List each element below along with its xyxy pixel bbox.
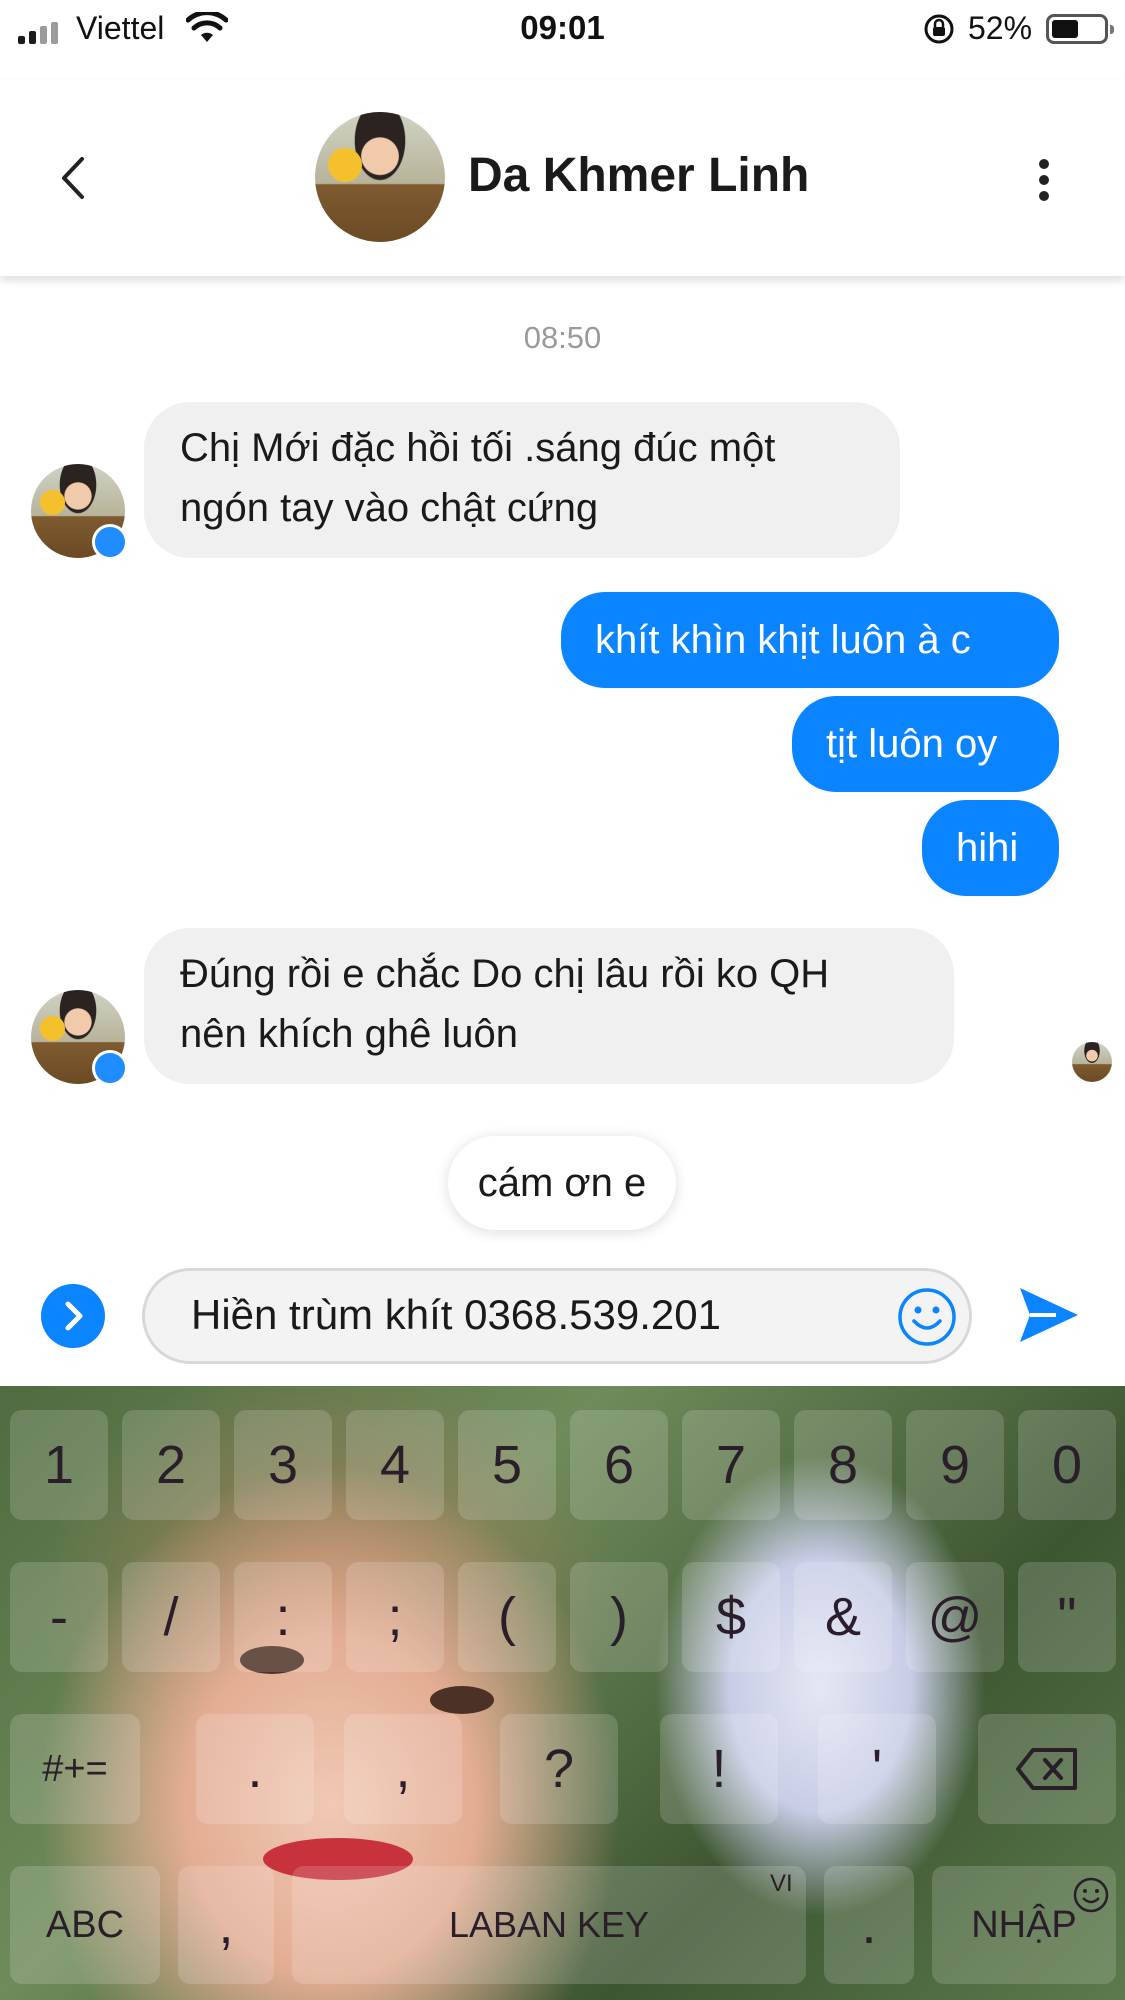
- language-hint: VI: [770, 1870, 793, 1897]
- expand-icon: [65, 1301, 83, 1331]
- quick-reply-button[interactable]: cám ơn e: [448, 1136, 676, 1230]
- message-line: Đúng rồi e chắc Do chị lâu rồi ko QH: [180, 952, 830, 996]
- status-bar: Viettel 09:01 52%: [0, 0, 1125, 60]
- key-3[interactable]: 3: [234, 1410, 332, 1520]
- key-exclamation[interactable]: !: [660, 1714, 778, 1824]
- key-open-paren[interactable]: (: [458, 1562, 556, 1672]
- key-colon[interactable]: :: [234, 1562, 332, 1672]
- outgoing-message[interactable]: hihi: [922, 800, 1059, 896]
- chat-header: Da Khmer Linh: [0, 80, 1125, 276]
- message-text: khít khìn khịt luôn à c: [595, 618, 971, 662]
- key-9[interactable]: 9: [906, 1410, 1004, 1520]
- key-hyphen[interactable]: -: [10, 1562, 108, 1672]
- more-vertical-icon[interactable]: [1034, 158, 1054, 202]
- key-1[interactable]: 1: [10, 1410, 108, 1520]
- smiley-icon[interactable]: [1072, 1876, 1110, 1914]
- send-icon[interactable]: [1016, 1284, 1080, 1346]
- orientation-lock-icon: [924, 14, 954, 44]
- key-2[interactable]: 2: [122, 1410, 220, 1520]
- key-7[interactable]: 7: [682, 1410, 780, 1520]
- key-0[interactable]: 0: [1018, 1410, 1116, 1520]
- backspace-icon: [1016, 1748, 1077, 1790]
- key-period[interactable]: .: [196, 1714, 314, 1824]
- status-time: 09:01: [520, 9, 605, 46]
- key-bottom-period[interactable]: .: [824, 1866, 914, 1984]
- message-input[interactable]: Hiền trùm khít 0368.539.201: [142, 1268, 972, 1364]
- incoming-message[interactable]: Đúng rồi e chắc Do chị lâu rồi ko QH nên…: [144, 928, 954, 1084]
- key-abc[interactable]: ABC: [10, 1866, 160, 1984]
- messenger-badge-icon: [92, 1050, 128, 1086]
- message-line: ngón tay vào chật cứng: [180, 486, 599, 530]
- space-bar[interactable]: LABAN KEY: [292, 1866, 806, 1984]
- key-bottom-comma[interactable]: ,: [178, 1866, 274, 1984]
- key-quote[interactable]: ": [1018, 1562, 1116, 1672]
- key-at[interactable]: @: [906, 1562, 1004, 1672]
- key-5[interactable]: 5: [458, 1410, 556, 1520]
- emoji-icon[interactable]: [897, 1287, 957, 1347]
- message-text: hihi: [956, 826, 1019, 870]
- keyboard: 1 2 3 4 5 6 7 8 9 0 - / : ; ( ) $ & @ " …: [0, 1386, 1125, 2000]
- key-slash[interactable]: /: [122, 1562, 220, 1672]
- contact-avatar[interactable]: [315, 112, 445, 242]
- key-6[interactable]: 6: [570, 1410, 668, 1520]
- message-input-text: Hiền trùm khít 0368.539.201: [191, 1291, 722, 1338]
- key-4[interactable]: 4: [346, 1410, 444, 1520]
- message-line: nên khích ghê luôn: [180, 1012, 519, 1056]
- outgoing-message[interactable]: khít khìn khịt luôn à c: [561, 592, 1059, 688]
- contact-name[interactable]: Da Khmer Linh: [468, 148, 809, 203]
- outgoing-message[interactable]: tịt luôn oy: [792, 696, 1059, 792]
- messenger-badge-icon: [92, 524, 128, 560]
- message-line: Chị Mới đặc hồi tối .sáng đúc một: [180, 426, 776, 470]
- message-text: tịt luôn oy: [826, 722, 998, 766]
- key-close-paren[interactable]: ): [570, 1562, 668, 1672]
- key-8[interactable]: 8: [794, 1410, 892, 1520]
- key-ampersand[interactable]: &: [794, 1562, 892, 1672]
- battery-icon: [1046, 14, 1114, 44]
- expand-button[interactable]: [41, 1284, 105, 1348]
- battery-percent: 52%: [968, 10, 1033, 46]
- key-question[interactable]: ?: [500, 1714, 618, 1824]
- key-dollar[interactable]: $: [682, 1562, 780, 1672]
- backspace-key[interactable]: [978, 1714, 1116, 1824]
- key-comma[interactable]: ,: [344, 1714, 462, 1824]
- incoming-message[interactable]: Chị Mới đặc hồi tối .sáng đúc một ngón t…: [144, 402, 900, 558]
- key-apostrophe[interactable]: ': [818, 1714, 936, 1824]
- back-chevron-icon[interactable]: [58, 155, 88, 201]
- key-semicolon[interactable]: ;: [346, 1562, 444, 1672]
- seen-avatar: [1072, 1042, 1112, 1082]
- key-symbols[interactable]: #+=: [10, 1714, 140, 1824]
- time-separator: 08:50: [523, 320, 602, 355]
